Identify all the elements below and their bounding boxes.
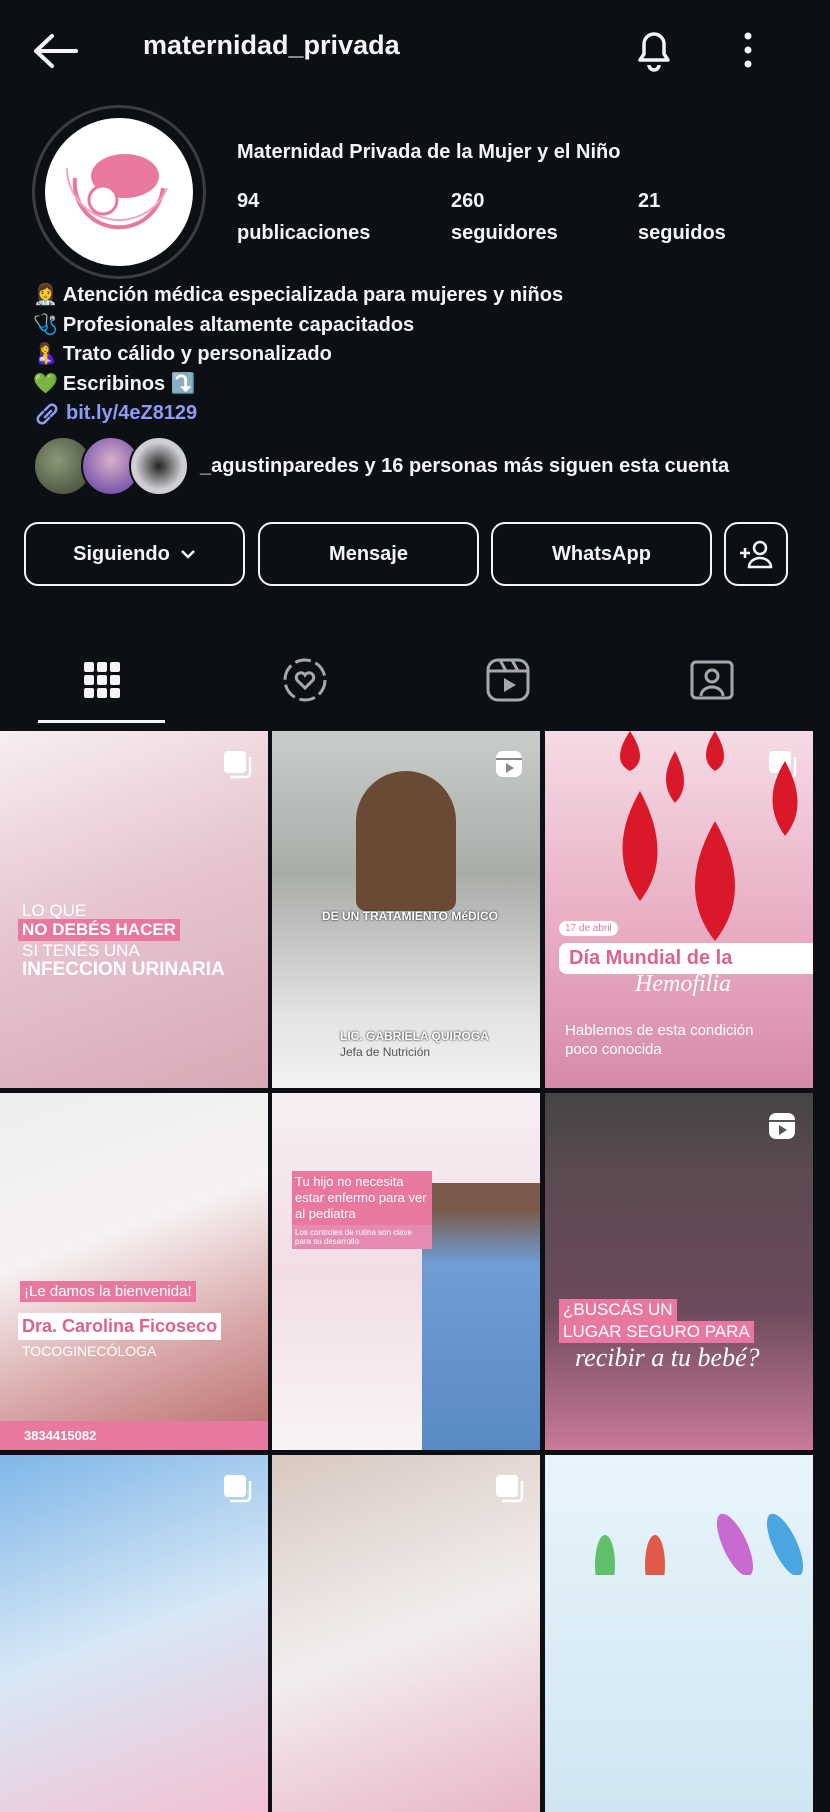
chevron-down-icon [180,550,195,559]
post-tile[interactable]: 17 de abril Día Mundial de la Hemofilia … [545,731,813,1088]
doctor-emoji-icon: 👩‍⚕️ [33,284,58,306]
avatar [129,436,189,496]
post-text: Hablemos de esta condición poco conocida [565,1022,754,1058]
post-tile[interactable] [272,1455,540,1812]
stat-value: 94 [237,190,260,212]
heart-circle-icon [283,658,327,702]
post-text: INFECCION URINARIA [22,959,225,980]
bio-link[interactable]: bit.ly/4eZ8129 [33,399,563,429]
tab-collabs[interactable] [275,655,335,705]
stat-value: 260 [451,190,485,212]
post-text: NO DEBÉS HACER [18,919,180,941]
post-text: LO QUE [22,901,87,920]
blood-drops-icon [620,731,798,941]
message-button[interactable]: Mensaje [258,522,479,586]
post-text: 17 de abril [559,921,618,936]
post-text: Los controles de rutina son clave para s… [292,1225,432,1249]
stethoscope-emoji-icon: 🩺 [33,313,58,336]
link-icon [36,403,58,425]
active-tab-indicator [38,720,165,723]
header-username: maternidad_privada [143,30,400,60]
post-text: TOCOGINECÓLOGA [22,1343,157,1359]
post-text: ¡Le damos la bienvenida! [20,1281,196,1302]
bio-text: Profesionales altamente capacitados [62,313,415,336]
reels-icon [486,658,530,702]
post-text: LIC. GABRIELA QUIROGA [340,1029,489,1043]
person-figure [356,771,456,911]
bio-line: 🩺 Profesionales altamente capacitados [33,311,563,341]
stat-following[interactable]: 21 seguidos [638,185,726,249]
following-label: Siguiendo [73,542,170,565]
tab-grid[interactable] [72,655,132,705]
bio-text: Atención médica especializada para mujer… [62,284,564,306]
post-text: Dra. Carolina Ficoseco [18,1313,222,1340]
post-text: SI TENÉS UNA [22,941,140,960]
stat-label: seguidos [638,222,726,244]
green-heart-emoji-icon: 💚 [33,372,58,395]
mutual-followers-avatars[interactable] [33,436,189,496]
grid-icon [84,662,120,698]
following-button[interactable]: Siguiendo [24,522,245,586]
post-text: ¿BUSCÁS UN [559,1299,677,1321]
post-tile[interactable]: ¡Le damos la bienvenida! Dra. Carolina F… [0,1093,268,1450]
bio-line: 💚 Escribinos ⤵️ [33,370,563,400]
post-text: Tu hijo no necesita estar enfermo para v… [292,1171,432,1225]
carousel-icon [496,1475,524,1503]
tab-reels[interactable] [478,655,538,705]
post-tile[interactable]: ¿BUSCÁS UN LUGAR SEGURO PARA recibir a t… [545,1093,813,1450]
reels-icon [769,1113,795,1139]
bio-text: Trato cálido y personalizado [62,343,332,365]
post-text: Hemofilia [635,971,731,997]
suggest-users-button[interactable] [724,522,788,586]
stat-followers[interactable]: 260 seguidores [451,185,558,249]
bio-line: 👩‍⚕️ Atención médica especializada para m… [33,281,563,311]
stat-label: seguidores [451,222,558,244]
stat-posts[interactable]: 94 publicaciones [237,185,370,249]
carousel-icon [224,751,252,779]
whatsapp-button[interactable]: WhatsApp [491,522,712,586]
profile-avatar[interactable] [32,105,206,279]
bio-line: 🤱 Trato cálido y personalizado [33,340,563,370]
post-text: recibir a tu bebé? [575,1343,760,1372]
maternity-logo-icon [45,118,193,266]
post-tile[interactable]: LO QUE NO DEBÉS HACER SI TENÉS UNA INFEC… [0,731,268,1088]
stat-value: 21 [638,190,661,212]
more-options-icon[interactable] [740,30,756,70]
add-person-icon [740,540,773,569]
back-arrow-icon[interactable] [32,33,78,69]
breastfeeding-emoji-icon: 🤱 [33,343,58,365]
bio: 👩‍⚕️ Atención médica especializada para m… [33,281,563,429]
post-text: Jefa de Nutrición [340,1045,431,1059]
colorful-hands-image [595,1513,804,1575]
followed-by-text[interactable]: _agustinparedes y 16 personas más siguen… [200,455,729,478]
bio-text: Escribinos ⤵️ [62,372,196,395]
tagged-person-icon [690,660,734,700]
tab-tagged[interactable] [682,655,742,705]
post-tile[interactable] [545,1455,813,1812]
post-text: DE UN TRATAMIENTO MéDICO [322,909,498,923]
post-tile[interactable] [0,1455,268,1812]
post-text: 3834415082 [24,1428,97,1443]
post-tile[interactable]: Tu hijo no necesita estar enfermo para v… [272,1093,540,1450]
post-text: LUGAR SEGURO PARA [559,1321,754,1343]
link-text[interactable]: bit.ly/4eZ8129 [66,399,197,429]
bell-icon[interactable] [632,26,676,72]
stat-label: publicaciones [237,222,371,244]
post-text: Día Mundial de la [559,943,813,974]
post-tile[interactable]: DE UN TRATAMIENTO MéDICO LIC. GABRIELA Q… [272,731,540,1088]
doctor-figure [422,1183,540,1450]
reels-icon [496,751,522,777]
display-name: Maternidad Privada de la Mujer y el Niño [237,141,621,163]
carousel-icon [224,1475,252,1503]
